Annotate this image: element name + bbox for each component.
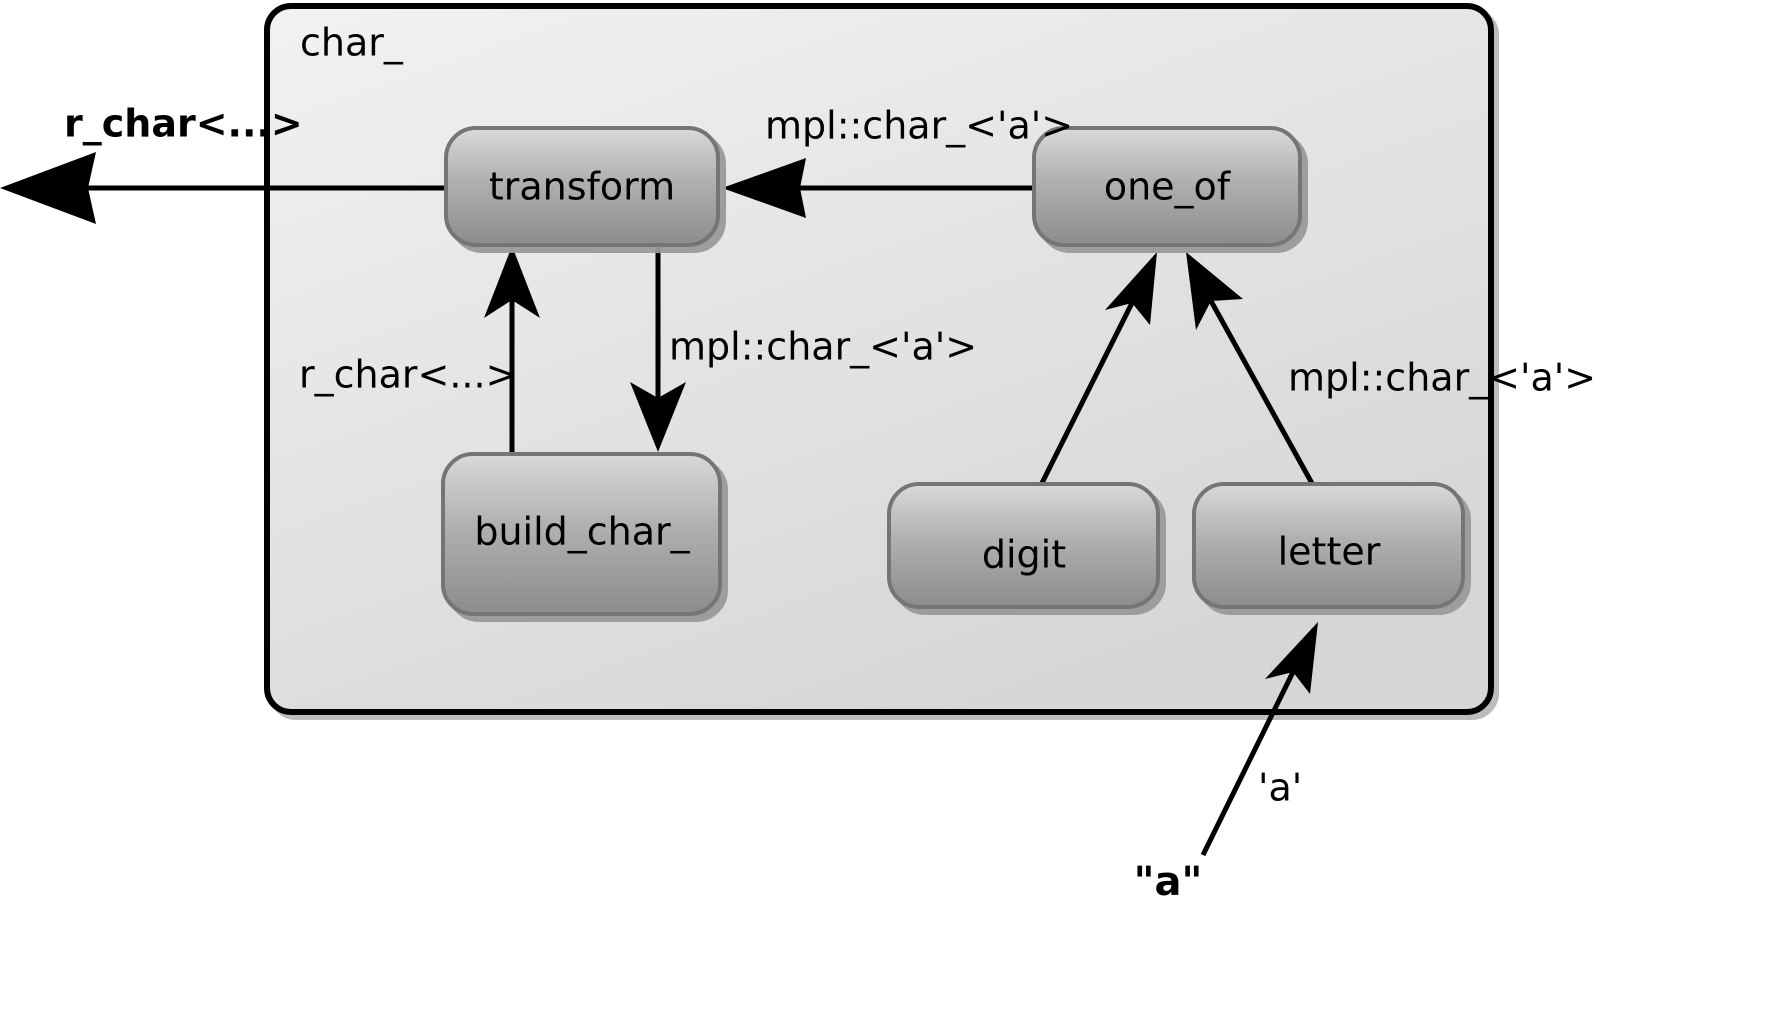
edge-label-build_char_-transform: r_char<...>	[299, 353, 517, 397]
node-digit-label: digit	[982, 533, 1066, 577]
node-letter[interactable]: letter	[1192, 482, 1465, 609]
edge-label-one_of-transform: mpl::char_<'a'>	[765, 104, 1073, 148]
node-a-string-label: "a"	[1134, 859, 1203, 905]
edge-label-transform-output: r_char<...>	[64, 102, 303, 146]
cluster-label: char_	[300, 21, 404, 65]
node-build_char_-label: build_char_	[474, 510, 690, 554]
edge-label-transform-build_char_: mpl::char_<'a'>	[669, 325, 977, 369]
node-transform[interactable]: transform	[444, 126, 720, 247]
node-a-string[interactable]: "a"	[1134, 859, 1203, 905]
edge-label-letter-one_of: mpl::char_<'a'>	[1288, 356, 1596, 400]
node-one_of-label: one_of	[1104, 165, 1232, 209]
node-build_char_[interactable]: build_char_	[441, 452, 722, 616]
graphviz-diagram: char_ transform one_of build_char_ digit…	[0, 3, 1596, 905]
node-one_of[interactable]: one_of	[1032, 126, 1302, 247]
edge-label-a-letter: 'a'	[1258, 766, 1302, 810]
node-transform-label: transform	[489, 165, 675, 209]
node-digit[interactable]: digit	[887, 482, 1160, 609]
diagram-canvas: char_ transform one_of build_char_ digit…	[0, 0, 1783, 1035]
node-letter-label: letter	[1278, 530, 1381, 574]
